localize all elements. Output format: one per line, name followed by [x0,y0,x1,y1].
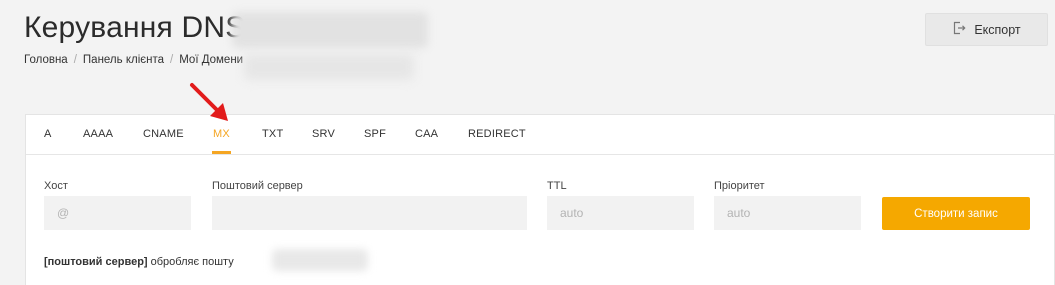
red-arrow-icon [190,83,228,121]
tab-cname[interactable]: CNAME [143,128,184,140]
redacted-domain-title [232,12,428,48]
export-icon [952,21,966,38]
ttl-input[interactable] [547,196,694,230]
breadcrumb-separator: / [73,54,77,66]
tab-aaaa[interactable]: AAAA [83,128,113,140]
tab-txt[interactable]: TXT [262,128,283,140]
breadcrumb-separator: / [170,54,174,66]
breadcrumb-home[interactable]: Головна [24,54,68,66]
mail-server-input[interactable] [212,196,527,230]
hint-description: обробляє пошту [150,256,234,268]
active-tab-indicator [212,151,231,154]
priority-input[interactable] [714,196,861,230]
tab-redirect[interactable]: REDIRECT [468,128,526,140]
mx-hint-text: [поштовий сервер] обробляє пошту [44,256,234,268]
tab-caa[interactable]: CAA [415,128,438,140]
record-type-tabs: A AAAA CNAME MX TXT SRV SPF CAA REDIRECT [26,115,1054,155]
host-label: Хост [44,180,68,192]
redacted-breadcrumb-domain [244,54,414,80]
breadcrumb: Головна / Панель клієнта / Мої Домени [24,54,243,66]
breadcrumb-client-panel[interactable]: Панель клієнта [83,54,164,66]
tab-srv[interactable]: SRV [312,128,335,140]
breadcrumb-my-domains[interactable]: Мої Домени [179,54,243,66]
export-button[interactable]: Експорт [925,13,1048,46]
priority-label: Пріоритет [714,180,765,192]
redacted-hint-domain [272,249,368,271]
dns-record-card: A AAAA CNAME MX TXT SRV SPF CAA REDIRECT… [25,114,1055,285]
hint-mail-server-token: [поштовий сервер] [44,256,148,268]
page-title: Керування DNS [24,11,246,44]
ttl-label: TTL [547,180,567,192]
tab-spf[interactable]: SPF [364,128,386,140]
tab-a[interactable]: A [44,128,52,140]
host-input[interactable] [44,196,191,230]
export-label: Експорт [974,22,1021,37]
tab-mx[interactable]: MX [213,128,230,140]
create-record-button[interactable]: Створити запис [882,197,1030,230]
mail-server-label: Поштовий сервер [212,180,303,192]
